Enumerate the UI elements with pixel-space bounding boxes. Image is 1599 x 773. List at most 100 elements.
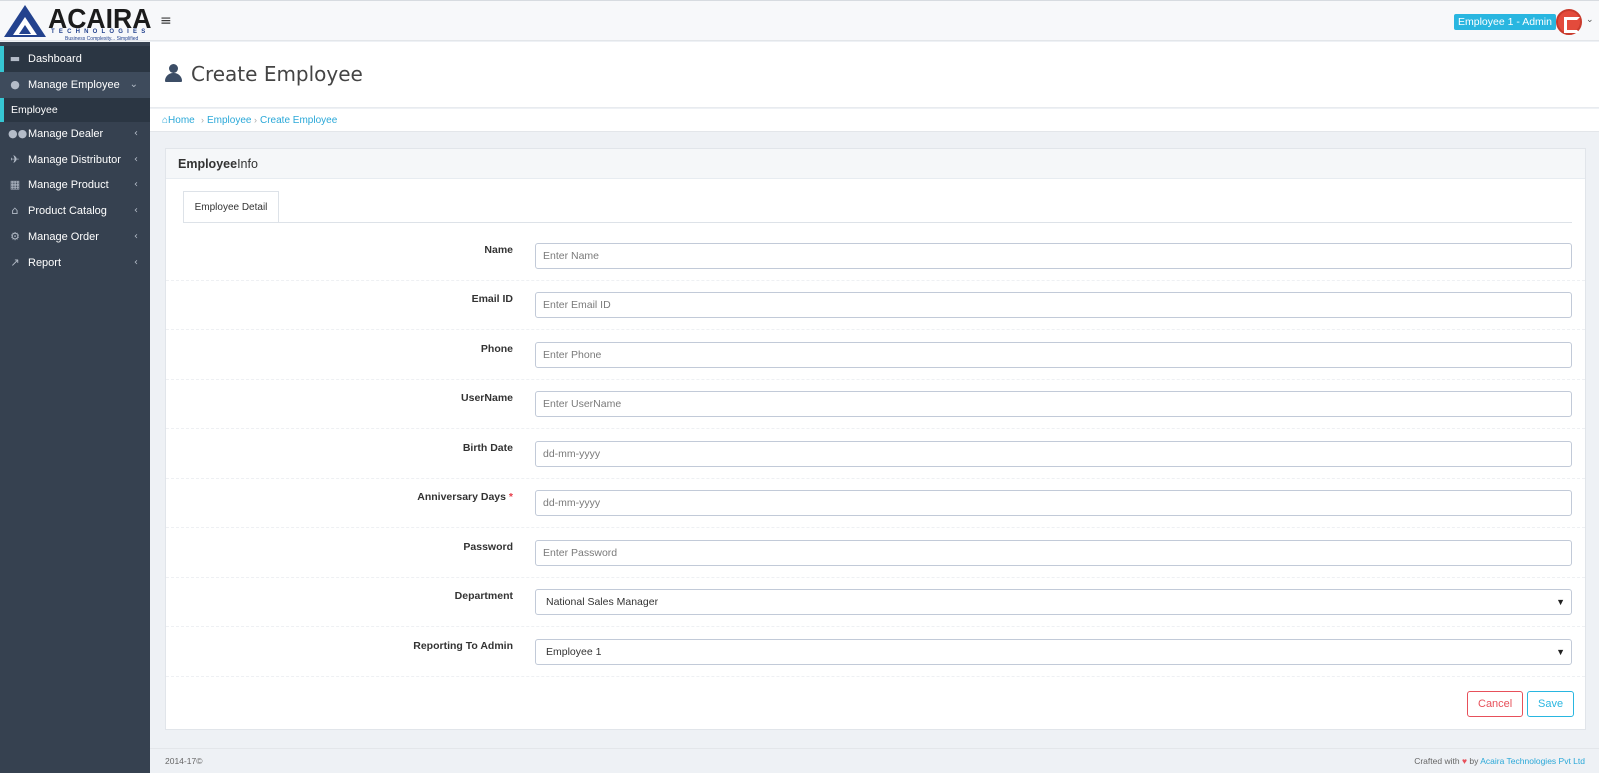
breadcrumb-separator-icon: › [201,115,204,125]
birth-date-input[interactable] [535,441,1572,467]
sidebar-subitem-label: Employee [11,104,58,116]
users-icon: ●● [8,127,28,140]
form-row-username: UserName [166,379,1585,429]
panel-title: EmployeeInfo [178,157,258,171]
field-label: Anniversary Days * [417,491,513,503]
department-select[interactable]: National Sales Manager ▼ [535,589,1572,615]
form-row-birth-date: Birth Date [166,429,1585,479]
field-label: Password [463,541,513,553]
chevron-left-icon: ‹ [134,128,138,139]
form-row-reporting-admin: Reporting To Admin Employee 1 ▼ [166,627,1585,677]
footer-company-link[interactable]: Acaira Technologies Pvt Ltd [1480,756,1585,766]
sidebar-item-report[interactable]: ↗ Report ‹ [0,250,150,276]
acaira-logo[interactable]: ACAIRA TECHNOLOGIES Business Complexity.… [2,3,151,42]
form-row-anniversary: Anniversary Days * [166,478,1585,528]
field-label: Name [484,244,513,256]
breadcrumb-create-employee[interactable]: Create Employee [260,109,337,132]
logo-triangle-core [19,25,31,34]
sidebar-item-label: Manage Order [28,231,99,243]
field-label: Birth Date [462,442,513,454]
panel-title-bold: Employee [178,157,238,171]
top-header: ACAIRA TECHNOLOGIES Business Complexity.… [0,0,1599,42]
logo-sub-text: TECHNOLOGIES [51,29,150,35]
field-label: Phone [480,343,513,355]
briefcase-icon: ▬ [9,52,21,65]
tab-divider [183,222,1572,223]
save-button[interactable]: Save [1527,691,1575,717]
field-label: Department [454,590,513,602]
reporting-admin-select[interactable]: Employee 1 ▼ [535,639,1572,665]
sidebar-item-manage-order[interactable]: ⚙ Manage Order ‹ [0,224,150,250]
hamburger-icon[interactable]: ≡ [160,13,172,29]
form-row-email: Email ID [166,280,1585,330]
sidebar: ▬ Dashboard ● Manage Employee ⌄ Employee… [0,42,150,773]
name-input[interactable] [535,243,1572,269]
chevron-left-icon: ‹ [134,257,138,268]
plane-icon: ✈ [10,153,20,166]
chevron-left-icon: ‹ [134,154,138,165]
sidebar-subitem-employee[interactable]: Employee [0,98,150,122]
sidebar-item-manage-employee[interactable]: ● Manage Employee ⌄ [0,72,150,98]
page-header: Create Employee [150,42,1599,108]
home-icon: ⌂ [11,204,19,217]
footer-credit: Crafted with ♥ by Acaira Technologies Pv… [1414,749,1585,773]
employee-info-panel: EmployeeInfo Employee Detail Name Email … [165,148,1586,730]
footer-copyright: 2014-17© [165,756,203,766]
field-label: UserName [461,392,513,404]
breadcrumb-employee[interactable]: Employee [207,109,251,132]
breadcrumb-home[interactable]: ⌂Home [162,109,195,132]
user-name-badge[interactable]: Employee 1 - Admin [1454,14,1556,30]
chevron-left-icon: ‹ [134,231,138,242]
footer-crafted-text: Crafted with [1414,756,1460,766]
anniversary-date-input[interactable] [535,490,1572,516]
sidebar-item-dashboard[interactable]: ▬ Dashboard [0,46,150,72]
password-input[interactable] [535,540,1572,566]
sidebar-item-label: Manage Dealer [28,128,104,140]
sidebar-item-manage-distributor[interactable]: ✈ Manage Distributor ‹ [0,147,150,173]
cancel-button[interactable]: Cancel [1467,691,1524,717]
sidebar-item-product-catalog[interactable]: ⌂ Product Catalog ‹ [0,198,150,224]
sidebar-item-label: Manage Product [28,179,109,191]
sidebar-item-label: Manage Employee [28,79,120,91]
chevron-left-icon: ‹ [134,179,138,190]
field-label: Email ID [471,293,513,305]
grid-icon: ▦ [9,178,21,191]
breadcrumb-home-label: Home [168,115,195,126]
sidebar-item-label: Product Catalog [28,205,107,217]
sidebar-item-label: Dashboard [28,53,82,65]
chevron-left-icon: ‹ [134,205,138,216]
breadcrumb-separator-icon: › [254,115,257,125]
reporting-admin-selected-value: Employee 1 [546,646,602,658]
chart-line-icon: ↗ [10,256,20,269]
chevron-down-icon: ⌄ [129,79,138,90]
form-row-phone: Phone [166,330,1585,380]
sidebar-item-label: Manage Distributor [28,154,121,166]
required-marker: * [508,491,513,503]
bicycle-icon: ⚙ [10,230,20,243]
page-title: Create Employee [191,62,363,86]
caret-down-icon: ▼ [1556,597,1565,607]
sidebar-item-manage-product[interactable]: ▦ Manage Product ‹ [0,172,150,198]
footer: 2014-17© Crafted with ♥ by Acaira Techno… [150,748,1599,773]
sidebar-item-manage-dealer[interactable]: ●● Manage Dealer ‹ [0,121,150,147]
heart-icon: ♥ [1461,756,1467,766]
email-input[interactable] [535,292,1572,318]
user-icon [165,64,182,82]
caret-down-icon: ▼ [1556,647,1565,657]
field-label-text: Anniversary Days [417,491,506,503]
user-avatar-icon[interactable] [1556,9,1582,35]
chevron-down-icon[interactable]: ⌄ [1586,14,1594,25]
form-row-name: Name [166,231,1585,281]
breadcrumb: ⌂Home › Employee › Create Employee [150,109,1599,132]
phone-input[interactable] [535,342,1572,368]
tab-employee-detail[interactable]: Employee Detail [183,191,279,223]
sidebar-item-label: Report [28,257,62,269]
field-label: Reporting To Admin [413,640,513,652]
panel-title-rest: Info [237,157,258,171]
form-row-department: Department National Sales Manager ▼ [166,577,1585,627]
user-icon: ● [10,78,20,91]
username-input[interactable] [535,391,1572,417]
footer-by-text: by [1469,756,1479,766]
panel-title-bar: EmployeeInfo [166,149,1585,179]
form-row-password: Password [166,528,1585,578]
